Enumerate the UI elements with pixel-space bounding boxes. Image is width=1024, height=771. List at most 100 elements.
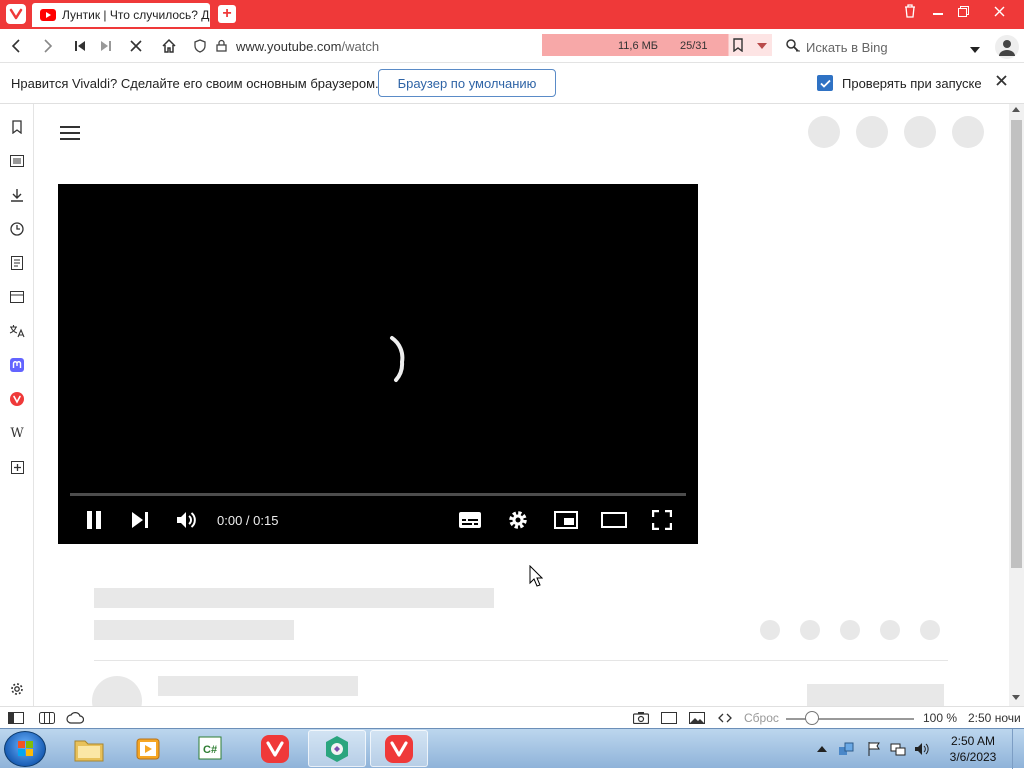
video-progress-bar[interactable]: [70, 493, 686, 496]
cloud-sync-icon[interactable]: [66, 710, 84, 726]
vivaldi-panel-icon[interactable]: [7, 389, 27, 409]
system-clock[interactable]: 2:50 AM 3/6/2023: [944, 733, 1002, 765]
taskbar-csharp-editor[interactable]: C#: [182, 730, 240, 767]
miniplayer-button[interactable]: [552, 506, 580, 534]
stop-button[interactable]: [125, 35, 147, 57]
action-skeleton-circle: [800, 620, 820, 640]
taskbar-vivaldi[interactable]: [246, 730, 304, 767]
reading-list-icon[interactable]: [7, 151, 27, 171]
theater-mode-icon: [601, 512, 627, 528]
chevron-down-icon[interactable]: [754, 38, 770, 54]
url-text: www.youtube.com/watch: [236, 39, 379, 54]
close-notification-button[interactable]: [996, 73, 1007, 91]
taskbar-green-app[interactable]: [308, 730, 366, 767]
search-input[interactable]: Искать в Bing: [806, 40, 888, 55]
folder-icon: [74, 740, 104, 761]
wikipedia-icon[interactable]: W: [7, 423, 27, 443]
placeholder-circle: [808, 116, 840, 148]
shield-icon[interactable]: [194, 39, 206, 53]
checkmark-icon: [819, 79, 831, 88]
notes-icon[interactable]: [7, 253, 27, 273]
start-button[interactable]: [4, 731, 46, 767]
media-player-icon: [136, 738, 160, 759]
search-icon: [786, 39, 800, 52]
volume-tray-icon[interactable]: [914, 741, 930, 757]
tab-tiling-icon[interactable]: [38, 710, 56, 726]
zoom-reset-button[interactable]: Сброс: [744, 711, 779, 725]
hamburger-menu-icon[interactable]: [60, 124, 80, 140]
vivaldi-menu-button[interactable]: [6, 4, 26, 24]
window-panel-icon[interactable]: [7, 287, 27, 307]
video-player[interactable]: 0:00 / 0:15: [58, 184, 698, 544]
history-icon[interactable]: [7, 219, 27, 239]
close-icon: [996, 75, 1007, 86]
new-tab-button[interactable]: +: [218, 5, 236, 23]
network-monitor-icon[interactable]: [890, 741, 906, 757]
bookmarks-panel-icon[interactable]: [7, 117, 27, 137]
taskbar-vivaldi-active[interactable]: [370, 730, 428, 767]
taskbar-file-explorer[interactable]: [60, 730, 118, 767]
home-icon: [162, 38, 176, 53]
page-scrollbar[interactable]: [1009, 104, 1024, 706]
tab-active[interactable]: Лунтик | Что случилось? Д: [32, 3, 210, 27]
subtitles-button[interactable]: [456, 506, 484, 534]
title-bar: Лунтик | Что случилось? Д +: [0, 0, 1024, 29]
youtube-favicon-icon: [40, 9, 56, 21]
mastodon-icon[interactable]: [7, 355, 27, 375]
back-button[interactable]: [5, 35, 27, 57]
translate-icon[interactable]: [7, 321, 27, 341]
placeholder-circle: [952, 116, 984, 148]
next-video-button[interactable]: [126, 506, 154, 534]
check-on-startup-checkbox[interactable]: [817, 75, 833, 91]
settings-gear-icon[interactable]: [7, 679, 27, 699]
pause-icon: [87, 511, 101, 529]
trash-icon[interactable]: [900, 0, 920, 22]
downloads-icon[interactable]: [7, 185, 27, 205]
taskbar-media-player[interactable]: [120, 730, 178, 767]
show-desktop-button[interactable]: [1012, 729, 1024, 769]
video-time: 0:00 / 0:15: [217, 513, 279, 528]
close-window-button[interactable]: [984, 0, 1014, 22]
fullscreen-icon: [652, 510, 672, 530]
page-actions-icon[interactable]: [716, 710, 734, 726]
scroll-up-arrow-icon[interactable]: [1012, 107, 1020, 112]
action-skeleton-circle: [920, 620, 940, 640]
capture-icon[interactable]: [632, 710, 650, 726]
forward-button[interactable]: [37, 35, 59, 57]
rewind-icon: [75, 41, 85, 51]
volume-button[interactable]: [173, 506, 201, 534]
scroll-down-arrow-icon[interactable]: [1012, 695, 1020, 700]
home-button[interactable]: [158, 35, 180, 57]
images-icon[interactable]: [688, 710, 706, 726]
add-panel-icon[interactable]: [7, 457, 27, 477]
rewind-button[interactable]: [69, 35, 91, 57]
toggle-panel-icon[interactable]: [7, 710, 25, 726]
check-on-startup-label: Проверять при запуске: [842, 76, 982, 91]
lock-icon[interactable]: [216, 39, 227, 52]
tab-title: Лунтик | Что случилось? Д: [62, 8, 210, 22]
minimize-button[interactable]: [926, 0, 950, 22]
set-default-browser-button[interactable]: Браузер по умолчанию: [378, 69, 556, 97]
notification-text: Нравится Vivaldi? Сделайте его своим осн…: [11, 76, 379, 91]
subtitle-skeleton: [94, 620, 294, 640]
profile-button[interactable]: [995, 35, 1019, 59]
theater-mode-button[interactable]: [600, 506, 628, 534]
show-hidden-icons-arrow[interactable]: [814, 741, 830, 757]
search-engine-dropdown-icon[interactable]: [970, 42, 982, 53]
restore-button[interactable]: [952, 0, 974, 22]
network-tray-icon[interactable]: [838, 741, 854, 757]
action-skeleton-circle: [840, 620, 860, 640]
pause-button[interactable]: [80, 506, 108, 534]
channel-avatar-skeleton: [92, 676, 142, 706]
fullscreen-button[interactable]: [648, 506, 676, 534]
side-panel: W: [0, 104, 34, 706]
loading-spinner-icon: [390, 336, 405, 382]
settings-button[interactable]: [504, 506, 532, 534]
bookmark-page-icon[interactable]: [732, 38, 746, 54]
scrollbar-thumb[interactable]: [1011, 120, 1022, 568]
fast-forward-button[interactable]: [95, 35, 117, 57]
page-tiling-icon[interactable]: [660, 710, 678, 726]
zoom-slider-handle[interactable]: [805, 711, 819, 725]
load-count-text: 25/31: [680, 40, 708, 52]
action-center-flag-icon[interactable]: [866, 741, 882, 757]
